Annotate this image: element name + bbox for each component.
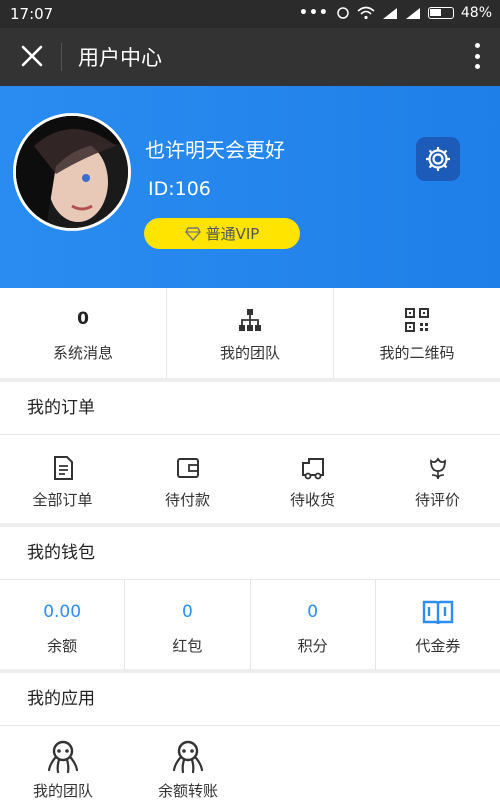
points-button[interactable]: 0 积分 [251,580,376,670]
my-team-button[interactable]: 我的团队 [167,288,334,378]
red-packet-label: 红包 [172,637,203,655]
coupon-label: 代金券 [415,637,461,655]
more-dot-icon [474,53,480,59]
red-packet-value: 0 [181,602,193,622]
more-dot-icon [474,64,480,69]
document-icon [53,456,73,480]
octopus-icon [47,740,79,774]
qrcode-label: 我的二维码 [379,344,455,362]
close-icon [21,45,43,67]
pending-receipt-label: 待收货 [289,491,335,509]
apps-section: 我的应用 我的团队 余额转账 [0,673,500,806]
vip-label: 普通VIP [205,225,260,243]
messages-count: 0 [77,309,89,329]
nav-divider [61,43,62,71]
diamond-icon [184,226,201,241]
signal-icon [382,7,397,19]
status-bar: 17:07 ••• 48% [0,0,500,28]
gear-icon [426,147,450,171]
apps-title: 我的应用 [0,673,500,726]
app-my-team[interactable]: 我的团队 [0,726,126,806]
balance-value: 0.00 [43,602,82,622]
app-balance-transfer-label: 余额转账 [157,782,218,800]
wallet-section: 我的钱包 0.00 余额 0 红包 0 积分 代金券 [0,527,500,670]
pending-review-label: 待评价 [414,491,460,509]
flower-icon [429,457,446,480]
status-time: 17:07 [10,5,54,23]
truck-icon [301,458,324,480]
my-qrcode-button[interactable]: 我的二维码 [334,288,500,378]
close-button[interactable] [18,41,46,71]
qrcode-icon [405,308,429,332]
vip-badge[interactable]: 普通VIP [144,218,300,249]
orders-title: 我的订单 [0,382,500,435]
coupon-button[interactable]: 代金券 [376,580,500,670]
battery-icon [427,7,454,19]
all-orders-label: 全部订单 [32,491,93,509]
more-dot-icon [474,43,480,48]
avatar-image [16,116,128,228]
points-value: 0 [307,602,319,622]
settings-button[interactable] [416,137,460,181]
pending-review-button[interactable]: 待评价 [375,435,500,525]
app-balance-transfer[interactable]: 余额转账 [125,726,251,806]
wifi-icon [357,6,375,20]
battery-percent: 48% [460,5,492,21]
pending-payment-label: 待付款 [164,491,210,509]
all-orders-button[interactable]: 全部订单 [0,435,125,525]
avatar[interactable] [13,113,131,231]
signal-icon-2 [405,7,420,19]
profile-name: 也许明天会更好 [145,138,285,162]
balance-label: 余额 [47,637,78,655]
balance-button[interactable]: 0.00 余额 [0,580,126,670]
page-title: 用户中心 [78,46,162,70]
coupon-book-icon [422,600,454,625]
wallet-row: 0.00 余额 0 红包 0 积分 代金券 [0,580,500,670]
team-label: 我的团队 [219,344,280,362]
pending-receipt-button[interactable]: 待收货 [250,435,375,525]
wallet-title: 我的钱包 [0,527,500,580]
red-packet-button[interactable]: 0 红包 [125,580,251,670]
messages-label: 系统消息 [52,344,113,362]
app-my-team-label: 我的团队 [32,782,93,800]
status-icons: ••• 48% [299,5,492,21]
octopus-icon [172,740,204,774]
profile-id: ID:106 [148,178,211,200]
notification-dots: ••• [299,5,329,21]
nav-bar: 用户中心 [0,28,500,86]
more-menu-button[interactable] [472,41,482,71]
points-label: 积分 [297,637,328,655]
org-chart-icon [239,309,261,331]
alarm-icon [337,7,349,19]
pending-payment-button[interactable]: 待付款 [125,435,250,525]
orders-row: 全部订单 待付款 待收货 待评价 [0,435,500,525]
wallet-icon [176,458,199,478]
orders-section: 我的订单 全部订单 待付款 待收货 待评价 [0,382,500,523]
apps-grid: 我的团队 余额转账 [0,726,500,806]
system-messages-button[interactable]: 0 系统消息 [0,288,167,378]
quick-actions: 0 系统消息 我的团队 我的二维码 [0,288,500,378]
